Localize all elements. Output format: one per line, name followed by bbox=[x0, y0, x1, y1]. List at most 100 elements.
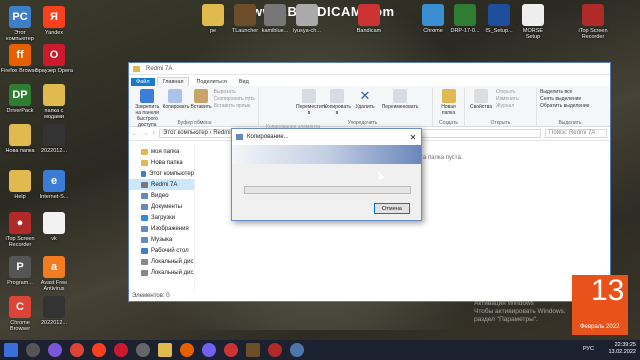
desktop-icon[interactable]: kamiblue... bbox=[258, 4, 292, 34]
chrome-icon[interactable] bbox=[70, 343, 84, 357]
desktop-icon[interactable]: MORSE Setup bbox=[516, 4, 550, 40]
paste-label: Вставить bbox=[190, 104, 212, 110]
nav-item-icon bbox=[141, 258, 148, 265]
nav-item[interactable]: Изображения bbox=[129, 223, 194, 234]
app-icon bbox=[202, 4, 224, 26]
back-icon[interactable]: ← bbox=[132, 131, 138, 137]
nav-item[interactable]: Локальный дис bbox=[129, 267, 194, 278]
invert-selection-button[interactable]: Обратить выделение bbox=[540, 103, 589, 109]
nav-item[interactable]: Музыка bbox=[129, 234, 194, 245]
select-none-button[interactable]: Снять выделение bbox=[540, 96, 589, 102]
edit-button[interactable]: Изменить bbox=[496, 96, 519, 102]
nav-item-label: Документы bbox=[151, 203, 182, 210]
activation-line-2: Чтобы активировать Windows, bbox=[474, 308, 566, 315]
nav-item[interactable]: Нова папка bbox=[129, 157, 194, 168]
activation-line-3: раздел "Параметры". bbox=[474, 316, 538, 323]
tab-file[interactable]: Файл bbox=[131, 78, 155, 86]
desktop-icon[interactable]: vk bbox=[34, 212, 74, 242]
nav-item-label: Нова папка bbox=[151, 159, 183, 166]
recorder-icon[interactable] bbox=[268, 343, 282, 357]
desktop-icon[interactable]: a Avast Free Antivirus bbox=[34, 256, 74, 292]
empty-folder-message: Эта папка пуста. bbox=[416, 155, 463, 161]
app-icon: ff bbox=[9, 44, 31, 66]
nav-item[interactable]: Загрузки bbox=[129, 212, 194, 223]
desktop-icon[interactable]: lyusya-ch... bbox=[290, 4, 324, 34]
navigation-pane: моя папка Нова папка Этот компьютер Redmi 7… bbox=[129, 143, 195, 291]
search-input[interactable]: Поиск: Redmi 7A bbox=[545, 129, 607, 138]
nav-item-label: Redmi 7A bbox=[151, 181, 178, 188]
copy-progress-bar bbox=[244, 186, 411, 194]
search-icon[interactable] bbox=[26, 343, 40, 357]
desktop-icon-label: IS_Setup... bbox=[485, 28, 513, 34]
tab-view[interactable]: Вид bbox=[234, 78, 254, 86]
nav-item[interactable]: Локальный дис bbox=[129, 256, 194, 267]
nav-item[interactable]: Этот компьютер bbox=[129, 168, 194, 179]
desktop-icon-label: папка с модами bbox=[44, 108, 64, 120]
app-icon: C bbox=[9, 296, 31, 318]
desktop-icon[interactable]: IS_Setup... bbox=[482, 4, 516, 34]
firefox-icon[interactable] bbox=[180, 343, 194, 357]
desktop-icon[interactable]: папка с модами bbox=[34, 84, 74, 120]
tab-home[interactable]: Главная bbox=[156, 77, 190, 86]
new-group: Новая папка Создать bbox=[433, 88, 465, 126]
minecraft-icon[interactable] bbox=[246, 343, 260, 357]
desktop-icon[interactable]: iTop Screen Recorder bbox=[576, 4, 610, 40]
explorer-icon[interactable] bbox=[158, 343, 172, 357]
desktop-icon-label: Браузер Opera bbox=[35, 68, 73, 74]
nav-item[interactable]: Redmi 7A bbox=[129, 179, 194, 190]
nav-item[interactable]: Документы bbox=[129, 201, 194, 212]
rename-label: Переименовать bbox=[381, 104, 419, 110]
tab-share[interactable]: Поделиться bbox=[191, 78, 231, 86]
desktop-icon[interactable]: 2022012... bbox=[34, 124, 74, 154]
language-indicator[interactable]: РУС bbox=[583, 346, 594, 352]
opera-icon[interactable] bbox=[114, 343, 128, 357]
nav-item[interactable]: Видео bbox=[129, 190, 194, 201]
history-button[interactable]: Журнал bbox=[496, 103, 519, 109]
desktop-icon[interactable]: Chrome bbox=[416, 4, 450, 34]
yandex-icon[interactable] bbox=[92, 343, 106, 357]
desktop-icon[interactable]: DRP-17-0... bbox=[448, 4, 482, 34]
task-view-icon[interactable] bbox=[48, 343, 62, 357]
desktop-icon[interactable]: Bandicam bbox=[352, 4, 386, 34]
copy-to-label: Копировать в bbox=[324, 104, 351, 116]
nav-item-label: Изображения bbox=[151, 225, 189, 232]
bandicam-icon[interactable] bbox=[224, 343, 238, 357]
desktop-icon[interactable]: O Браузер Opera bbox=[34, 44, 74, 74]
copy-path-button[interactable]: Скопировать путь bbox=[214, 96, 255, 102]
select-all-button[interactable]: Выделить все bbox=[540, 89, 589, 95]
start-icon[interactable] bbox=[4, 343, 18, 357]
vk-icon[interactable] bbox=[290, 343, 304, 357]
nav-item[interactable]: Рабочий стол bbox=[129, 245, 194, 256]
nav-item[interactable]: моя папка bbox=[129, 146, 194, 157]
desktop-icon[interactable]: pe bbox=[196, 4, 230, 34]
calendar-widget[interactable]: 13 Февраль 2022 bbox=[572, 274, 628, 335]
app-icon: DP bbox=[9, 84, 31, 106]
up-icon[interactable]: ↑ bbox=[152, 131, 155, 137]
nav-item-label: моя папка bbox=[151, 148, 180, 155]
properties-icon bbox=[474, 89, 488, 103]
viber-icon[interactable] bbox=[202, 343, 216, 357]
status-bar: Элементов: 0 bbox=[132, 293, 170, 299]
app-icon: e bbox=[43, 170, 65, 192]
cut-button[interactable]: Вырезать bbox=[214, 89, 255, 95]
dialog-close-button[interactable]: ✕ bbox=[405, 133, 421, 142]
calendar-day: 13 bbox=[591, 274, 625, 307]
open-button[interactable]: Открыть bbox=[496, 89, 519, 95]
desktop-icon[interactable]: Я Yandex bbox=[34, 6, 74, 36]
forward-icon[interactable]: → bbox=[142, 131, 148, 137]
copy-icon bbox=[236, 134, 243, 140]
app-icon bbox=[422, 4, 444, 26]
paste-icon bbox=[194, 89, 209, 103]
tanks-icon[interactable] bbox=[136, 343, 150, 357]
paste-shortcut-button[interactable]: Вставить ярлык bbox=[214, 103, 255, 109]
cancel-button[interactable]: Отмена bbox=[374, 203, 410, 214]
system-clock[interactable]: 22:39:25 13.02.2022 bbox=[608, 342, 636, 356]
nav-item-icon bbox=[141, 247, 148, 254]
dialog-title: Копирование... bbox=[247, 134, 289, 140]
new-folder-label: Новая папка bbox=[441, 104, 456, 116]
desktop-icon[interactable]: TLauncher bbox=[228, 4, 262, 34]
desktop-icon[interactable]: 2022012... bbox=[34, 296, 74, 326]
nav-item-label: Локальный дис bbox=[151, 258, 194, 265]
nav-item-label: Этот компьютер bbox=[149, 170, 194, 177]
desktop-icon[interactable]: e Internet-S... bbox=[34, 170, 74, 200]
